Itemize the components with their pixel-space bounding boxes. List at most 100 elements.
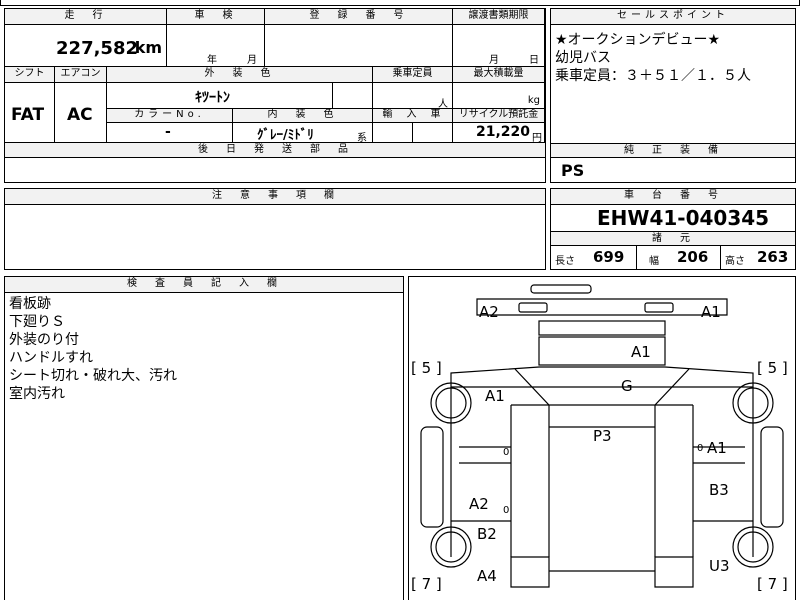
spec-width-cell: 幅 206 [637,246,721,269]
chassis-no-value: EHW41-040345 [597,206,770,230]
header-shift: シフト [5,67,55,83]
transfer-month-unit: 月 [489,55,499,66]
inspector-notes-panel: 検 査 員 記 入 欄 看板跡 下廻りＳ 外装のり付 ハンドルすれ シート切れ・… [4,276,404,600]
mark-left-side-rear: A2 [469,495,489,513]
inspector-note-line: 外装のり付 [9,332,79,348]
sales-point-line: ★オークションデビュー★ [555,32,721,48]
header-import: 輸 入 車 [373,109,453,123]
capacity-unit: 人 [438,99,448,110]
max-load-unit: kg [527,95,540,106]
shift-cell: FAT [5,83,55,143]
spec-length-label: 長さ [555,256,575,267]
mark-hood: A1 [631,343,651,361]
interior-color-cell: ｸﾞﾚｰ/ﾐﾄﾞﾘ 系 [233,123,373,144]
header-recycle: リサイクル預託金 [453,109,545,123]
header-mileage: 走 行 [5,9,167,25]
top-strip [0,0,800,6]
header-exterior-color: 外 装 色 [107,67,373,83]
transfer-day-unit: 日 [529,55,539,66]
inspection-month-unit: 月 [247,55,257,66]
header-capacity: 乗車定員 [373,67,453,83]
inspection-cell: 年 月 [167,25,265,67]
header-inspector-notes: 検 査 員 記 入 欄 [5,277,403,293]
mark-rear-left: A4 [477,567,497,585]
header-max-load: 最大積載量 [453,67,545,83]
mark-rear-right: U3 [709,557,730,575]
inspector-note-line: ハンドルすれ [9,350,93,366]
color-no-value: - [165,124,171,140]
sales-point-line: 乗車定員：３＋５１／１．５人 [555,68,751,84]
vehicle-diagram-panel: [ 5 ] [ 5 ] [ 7 ] [ 7 ] A2 A1 A1 G A1 P3… [408,276,796,600]
mark-left-rear-wheel: B2 [477,525,497,543]
recycle-value: 21,220 [475,124,530,140]
header-aircon: エアコン [55,67,107,83]
header-color-no: カラーNo. [107,109,233,123]
mark-small-left: 0 [503,447,510,458]
interior-color-value: ｸﾞﾚｰ/ﾐﾄﾞﾘ [257,128,314,143]
bracket-top-right: [ 5 ] [757,359,788,377]
bracket-top-left: [ 5 ] [411,359,442,377]
recycle-cell: 21,220 円 [453,123,545,144]
inspection-year-unit: 年 [207,55,217,66]
registration-cell [265,25,453,67]
mileage-unit: km [134,38,162,57]
header-interior-color: 内 装 色 [233,109,373,123]
header-transfer-date: 譲渡書類期限 [453,9,545,25]
spec-height-label: 高さ [725,256,745,267]
inspector-note-line: 下廻りＳ [9,314,65,330]
spec-height-cell: 高さ 263 [721,246,795,269]
exterior-color-value: ｷﾂｰﾄﾝ [195,90,230,106]
spec-width-label: 幅 [649,256,659,267]
exterior-color-cell: ｷﾂｰﾄﾝ [107,83,333,109]
header-registration: 登 録 番 号 [265,9,453,25]
spec-length-value: 699 [593,248,625,266]
genuine-equipment-value: PS [561,161,585,180]
header-chassis-no: 車 台 番 号 [551,189,795,205]
import-cell-a [373,123,413,143]
mark-right-side-mid: A1 [707,439,727,457]
mark-small-left2: 0 [503,505,510,516]
header-later-parts: 後 日 発 送 部 品 [5,143,545,158]
mark-left-front-wheel: A1 [485,387,505,405]
vehicle-info-table: 走 行 車 検 登 録 番 号 譲渡書類期限 227,582 km 年 月 月 … [4,8,546,183]
mark-right-side-rear: B3 [709,481,729,499]
mileage-value: 227,582 [56,38,138,59]
shift-value: FAT [11,105,45,125]
mark-front-bumper-right: A1 [701,303,721,321]
max-load-cell: kg [453,83,545,109]
transfer-cell: 月 日 [453,25,545,67]
sales-point-panel: セールスポイント ★オークションデビュー★ 幼児バス 乗車定員：３＋５１／１．５… [550,8,796,183]
spec-length-cell: 長さ 699 [551,246,637,269]
spec-height-value: 263 [757,248,789,266]
chassis-panel: 車 台 番 号 EHW41-040345 諸 元 長さ 699 幅 206 高さ… [550,188,796,270]
header-notes: 注 意 事 項 欄 [5,189,545,205]
header-genuine-equipment: 純 正 装 備 [551,143,795,158]
spec-width-value: 206 [677,248,709,266]
aircon-value: AC [67,105,93,125]
inspector-note-line: 室内汚れ [9,386,65,402]
header-sales-point: セールスポイント [551,9,795,25]
bracket-bottom-right: [ 7 ] [757,575,788,593]
mark-front-bumper-left: A2 [479,303,499,321]
exterior-color-extra [333,83,373,109]
mark-roof-center: P3 [593,427,612,445]
inspector-notes-list: 看板跡 下廻りＳ 外装のり付 ハンドルすれ シート切れ・破れ大、汚れ 室内汚れ [9,295,177,403]
header-specs: 諸 元 [551,231,795,246]
sales-point-line: 幼児バス [555,50,611,66]
inspector-note-line: シート切れ・破れ大、汚れ [9,368,177,384]
mileage-cell: 227,582 km [5,25,167,67]
mark-small-right: 0 [697,443,704,454]
interior-color-suffix: 系 [357,133,367,144]
import-cell-b [413,123,453,143]
bracket-bottom-left: [ 7 ] [411,575,442,593]
sales-point-list: ★オークションデビュー★ 幼児バス 乗車定員：３＋５１／１．５人 [555,31,751,85]
mark-roof-front: G [621,377,633,395]
header-inspection: 車 検 [167,9,265,25]
notes-panel: 注 意 事 項 欄 [4,188,546,270]
later-parts-cell [5,158,545,182]
recycle-unit: 円 [532,133,542,144]
capacity-cell: 人 [373,83,453,110]
aircon-cell: AC [55,83,107,143]
color-no-cell: - [107,123,233,143]
inspector-note-line: 看板跡 [9,296,51,312]
